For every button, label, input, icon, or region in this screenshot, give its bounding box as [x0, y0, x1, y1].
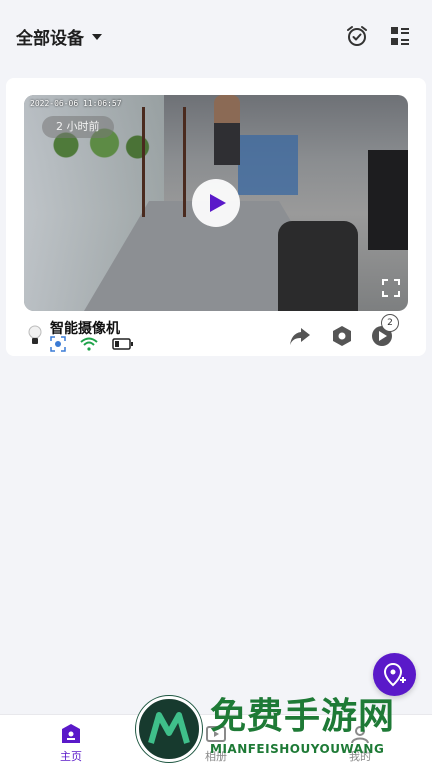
add-location-icon	[383, 662, 406, 686]
wifi-icon	[80, 337, 98, 351]
tab-mine[interactable]: 我的	[320, 723, 400, 764]
settings-icon[interactable]	[329, 323, 355, 349]
tab-mine-label: 我的	[349, 750, 371, 763]
share-icon[interactable]	[287, 323, 313, 349]
playback-count-badge: 2	[381, 314, 399, 332]
fullscreen-icon[interactable]	[382, 279, 400, 297]
play-button[interactable]	[192, 179, 240, 227]
alarm-clock-icon[interactable]	[345, 24, 369, 48]
battery-icon	[112, 338, 133, 350]
camera-preview[interactable]: 2022-06-06 11:06:57 2 小时前	[24, 95, 408, 311]
app-header: 全部设备	[0, 0, 432, 72]
camera-status-icons	[50, 336, 134, 352]
add-device-button[interactable]	[373, 653, 416, 696]
layout-grid-icon[interactable]	[388, 24, 412, 48]
camera-card[interactable]: 2022-06-06 11:06:57 2 小时前 智能摄像机 2	[6, 78, 426, 356]
last-seen-badge: 2 小时前	[42, 116, 114, 138]
camera-info-row: 智能摄像机 2	[24, 314, 408, 352]
tab-album-label: 相册	[205, 750, 227, 763]
camera-name: 智能摄像机	[50, 321, 120, 337]
bottom-tab-bar: 主页 相册 我的	[0, 714, 432, 768]
face-detect-icon	[50, 336, 66, 352]
tab-home-label: 主页	[60, 750, 82, 763]
home-icon	[62, 724, 80, 743]
tab-album[interactable]: 相册	[176, 723, 256, 764]
album-icon	[206, 726, 226, 742]
caret-down-icon	[92, 33, 102, 40]
lightbulb-icon	[28, 325, 42, 344]
profile-icon	[351, 726, 369, 744]
device-filter-label: 全部设备	[16, 29, 84, 49]
video-timestamp: 2022-06-06 11:06:57	[30, 99, 122, 108]
play-icon	[210, 194, 226, 212]
device-filter-dropdown[interactable]: 全部设备	[16, 24, 102, 49]
tab-home[interactable]: 主页	[31, 723, 111, 764]
